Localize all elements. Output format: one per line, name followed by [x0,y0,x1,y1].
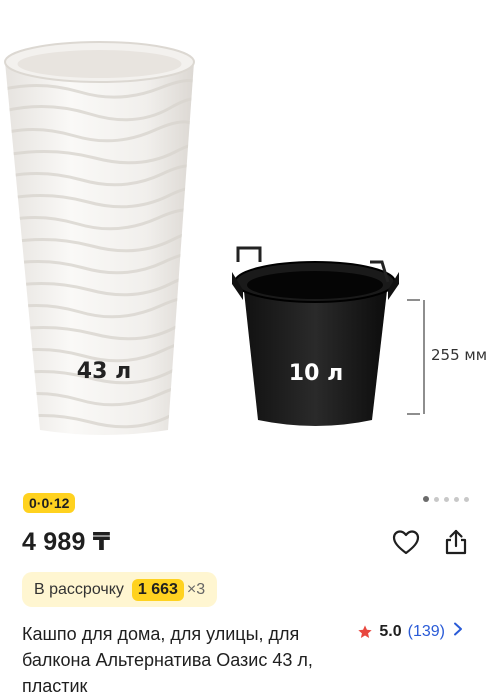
heart-icon [392,530,420,555]
share-icon [445,529,467,555]
vase-volume-label: 43 л [77,359,131,384]
installment-badge: 0·0·12 [23,493,76,513]
gallery-pagination[interactable] [423,496,469,502]
height-dimension: 255 мм [407,299,487,415]
product-image: 43 л 10 л 255 мм [4,41,487,435]
product-price: 4 989 ₸ [22,528,111,556]
pagination-dot[interactable] [464,496,469,502]
pot-figure: 10 л [232,246,399,426]
product-image-gallery[interactable]: 43 л 10 л 255 мм [0,0,491,480]
product-actions [391,527,471,557]
installment-amount: 1 663 [131,578,184,601]
pot-volume-label: 10 л [289,361,343,386]
rating-value: 5.0 [379,622,402,640]
share-button[interactable] [441,527,471,557]
product-title: Кашпо для дома, для улицы, для балкона А… [22,624,313,696]
chevron-right-icon [453,622,463,641]
star-icon [358,624,373,638]
favorite-button[interactable] [391,527,421,557]
pagination-dot-active[interactable] [423,496,429,502]
installment-label: В рассрочку [34,580,124,598]
pagination-dot[interactable] [454,496,459,502]
pagination-dot[interactable] [444,496,449,502]
installment-offer[interactable]: В рассрочку 1 663 ×3 [22,572,218,607]
product-rating[interactable]: 5.0 (139) [357,622,463,641]
pagination-dot[interactable] [434,496,439,502]
rating-count[interactable]: (139) [408,623,445,641]
height-label: 255 мм [431,346,487,364]
installment-multiplier: ×3 [186,580,206,598]
vase-figure: 43 л [4,41,195,435]
